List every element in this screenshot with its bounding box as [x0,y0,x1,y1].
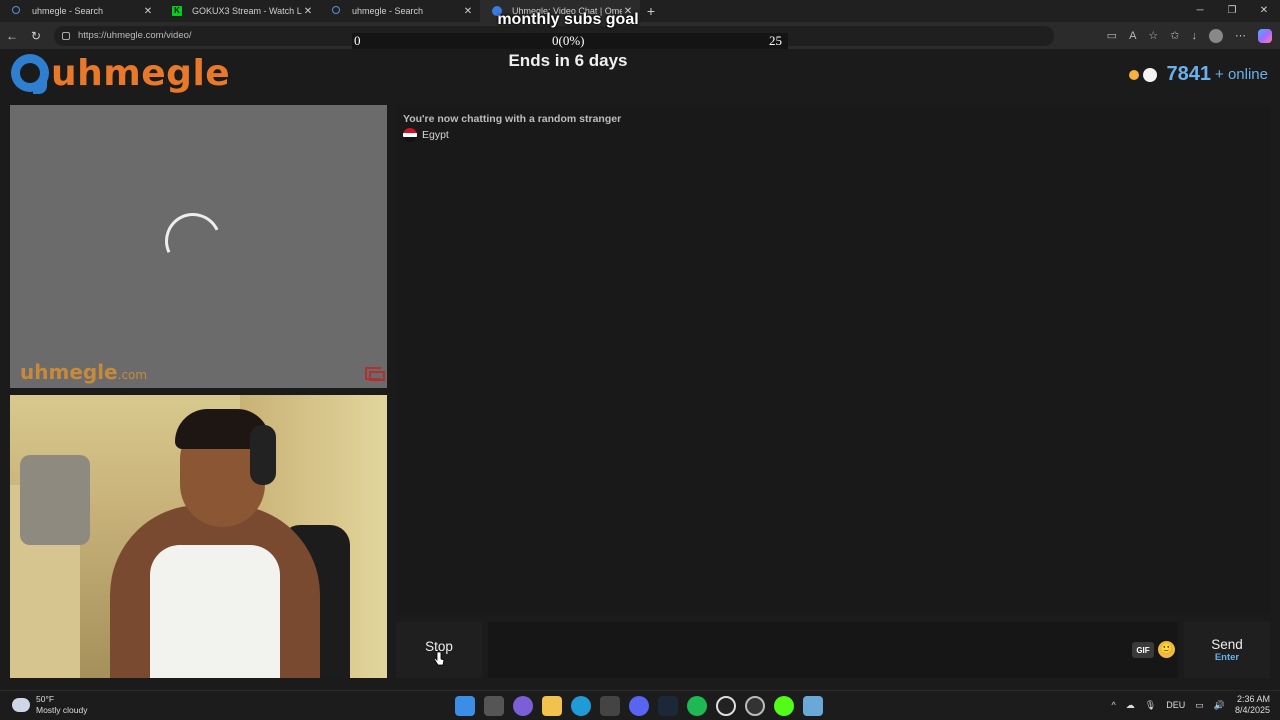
kick-icon: K [172,6,182,16]
watermark-tld: .com [117,368,148,382]
copilot-icon[interactable] [1258,28,1272,43]
search-icon [332,6,340,14]
video-watermark: uhmegle.com [20,360,147,384]
self-video [10,395,387,678]
clock-date: 8/4/2025 [1234,705,1270,715]
video-background [20,455,90,545]
browser-tab-2[interactable]: K GOKUX3 Stream - Watch Live on ✕ [160,0,320,22]
message-input[interactable] [488,622,1178,678]
subs-goal-title: monthly subs goal [497,11,639,28]
copilot-taskbar-icon[interactable] [513,696,533,716]
download-icon[interactable]: ↓ [1192,30,1198,42]
favorite-star-icon[interactable]: ☆ [1148,29,1158,42]
app-icon[interactable] [745,696,765,716]
clock-time: 2:36 AM [1236,694,1270,704]
hand-cursor-icon [433,651,445,666]
image-app-icon[interactable] [803,696,823,716]
task-view-icon[interactable] [484,696,504,716]
clock[interactable]: 2:36 AM 8/4/2025 [1235,694,1270,716]
goal-min: 0 [354,33,361,48]
more-menu-icon[interactable]: ⋯ [1235,29,1246,42]
profile-avatar[interactable] [1209,28,1223,43]
taskbar-apps [455,696,823,716]
video-person [150,545,280,678]
chevron-up-icon[interactable]: ^ [1112,700,1116,710]
windows-taskbar: 50°F Mostly cloudy ^ ☁ 🎙 DEU ▭ 🔊 2:36 AM… [0,690,1280,720]
cloud-icon [12,698,30,712]
chat-log: You're now chatting with a random strang… [396,105,1270,615]
browser-tab-1[interactable]: uhmegle - Search ✕ [0,0,160,22]
subs-goal-bar: 0 0(0%) 25 [352,33,788,49]
tab-title: uhmegle - Search [32,6,104,16]
weather-temp: 50°F [36,694,55,704]
loading-spinner-icon [157,205,229,277]
terminal-icon[interactable] [600,696,620,716]
system-tray: ^ ☁ 🎙 DEU ▭ 🔊 2:36 AM 8/4/2025 [1112,694,1270,716]
minimize-icon[interactable]: ─ [1184,0,1216,22]
spotify-icon[interactable] [687,696,707,716]
headset-icon [250,425,276,485]
uhmegle-logo-icon [11,54,49,94]
egypt-flag-icon [403,128,417,142]
site-logo[interactable]: uhmegle [11,52,231,94]
close-tab-icon[interactable]: ✕ [302,6,314,17]
uhmegle-page: uhmegle 7841 + online uhmegle.com You're… [0,49,1280,690]
cloud-sync-icon[interactable]: ☁ [1126,700,1135,711]
online-label: + online [1215,66,1268,83]
window-controls: ─ ❐ ✕ [1184,0,1280,22]
chat-controls: Stop GIF 🙂 Send Enter [396,622,1270,678]
theme-dot-orange[interactable] [1128,69,1139,80]
obs-icon[interactable] [716,696,736,716]
read-aloud-icon[interactable]: A [1129,30,1136,42]
discord-icon[interactable] [629,696,649,716]
search-icon [12,6,20,14]
report-flag-icon[interactable] [365,367,385,381]
volume-icon[interactable]: 🔊 [1214,700,1225,711]
weather-desc: Mostly cloudy [36,705,88,715]
tab-title: GOKUX3 Stream - Watch Live on [192,6,302,16]
close-window-icon[interactable]: ✕ [1248,0,1280,22]
send-button[interactable]: Send Enter [1184,622,1270,678]
goal-max: 25 [769,33,782,48]
edge-icon[interactable] [571,696,591,716]
emoji-icon[interactable]: 🙂 [1158,641,1175,658]
browser-tab-3[interactable]: uhmegle - Search ✕ [320,0,480,22]
network-icon[interactable]: ▭ [1195,700,1204,711]
online-count: 7841 [1166,63,1212,85]
goal-ends-text: Ends in 6 days [508,51,628,70]
tab-title: uhmegle - Search [352,6,424,16]
microphone-icon[interactable]: 🎙 [1145,700,1156,711]
chat-status: You're now chatting with a random strang… [403,113,622,125]
goal-current: 0(0%) [552,33,585,48]
favorites-icon[interactable]: ✩ [1170,29,1179,42]
file-explorer-icon[interactable] [542,696,562,716]
send-label: Send [1211,637,1243,652]
watermark-text: uhmegle [20,360,118,384]
kick-app-icon[interactable] [774,696,794,716]
url-text: https://uhmegle.com/video/ [78,30,192,41]
start-icon[interactable] [455,696,475,716]
send-hint: Enter [1214,652,1240,663]
browser-toolbar-icons: ▭ A ☆ ✩ ↓ ⋯ [1107,22,1272,49]
logo-text: uhmegle [51,52,231,94]
country-name: Egypt [422,129,449,141]
weather-widget[interactable]: 50°F Mostly cloudy [12,694,88,716]
lock-icon [62,31,70,40]
camera-icon[interactable]: ▭ [1107,29,1117,42]
online-counter: 7841 + online [1128,63,1268,86]
language-indicator[interactable]: DEU [1166,700,1185,710]
stop-button[interactable]: Stop [396,622,482,678]
theme-toggle[interactable] [1142,67,1157,82]
steam-icon[interactable] [658,696,678,716]
stranger-video: uhmegle.com [10,105,387,388]
restore-icon[interactable]: ❐ [1216,0,1248,22]
close-tab-icon[interactable]: ✕ [142,6,154,17]
stranger-country: Egypt [403,128,1263,142]
back-icon[interactable]: ← [0,29,24,43]
refresh-icon[interactable]: ↻ [24,29,48,43]
gif-button[interactable]: GIF [1132,642,1154,658]
